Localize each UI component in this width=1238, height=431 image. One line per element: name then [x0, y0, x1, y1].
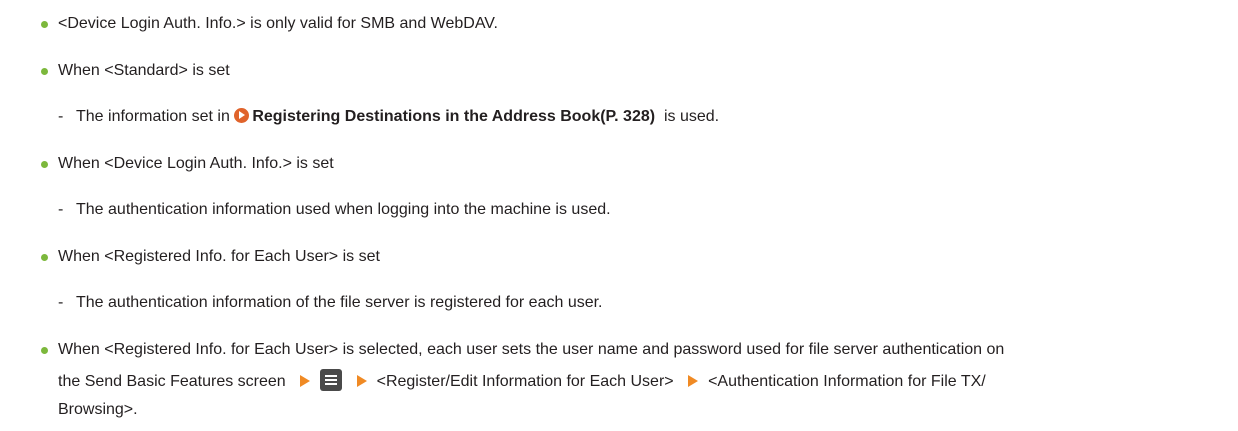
document-page: <Device Login Auth. Info.> is only valid…: [0, 0, 1238, 431]
bullet-icon: [41, 347, 48, 354]
sub-text: The authentication information of the fi…: [76, 294, 603, 311]
item-text: When <Device Login Auth. Info.> is set: [58, 155, 334, 172]
sub-dash: -: [58, 201, 64, 218]
menu-icon: [320, 369, 343, 391]
item-text: Browsing>.: [58, 401, 138, 418]
sub-text-suffix: is used.: [663, 108, 720, 125]
arrow-right-icon: [356, 375, 367, 387]
address-book-link[interactable]: Registering Destinations in the Address …: [252, 108, 655, 125]
item-text: When <Registered Info. for Each User> is…: [58, 341, 1005, 358]
bullet-icon: [41, 161, 48, 168]
menu-path-step: <Authentication Information for File TX/: [708, 373, 986, 390]
bullet-icon: [41, 68, 48, 75]
bullet-icon: [41, 254, 48, 261]
item-text: the Send Basic Features screen: [58, 373, 286, 390]
sub-dash: -: [58, 294, 64, 311]
sub-dash: -: [58, 108, 64, 125]
menu-path-step: <Register/Edit Information for Each User…: [376, 373, 674, 390]
link-arrow-icon[interactable]: [234, 108, 250, 123]
item-text: When <Standard> is set: [58, 62, 230, 79]
item-text: <Device Login Auth. Info.> is only valid…: [58, 15, 498, 32]
item-text: When <Registered Info. for Each User> is…: [58, 248, 380, 265]
bullet-icon: [41, 21, 48, 28]
arrow-right-icon: [300, 375, 311, 387]
sub-text: The information set in: [76, 108, 230, 125]
arrow-right-icon: [688, 375, 699, 387]
sub-text: The authentication information used when…: [76, 201, 611, 218]
